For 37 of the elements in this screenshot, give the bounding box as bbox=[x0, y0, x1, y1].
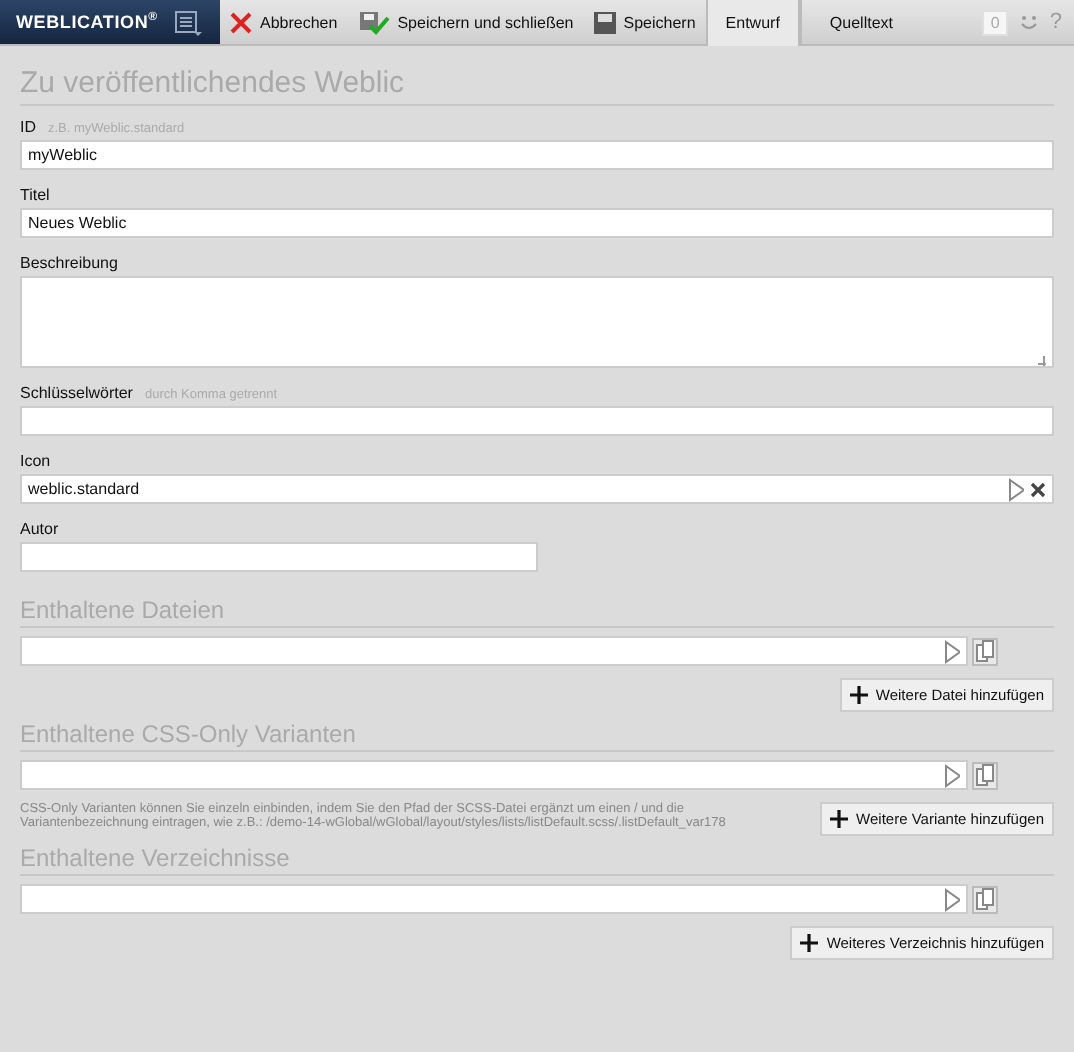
resize-grip-icon[interactable] bbox=[1036, 356, 1046, 366]
plus-icon bbox=[800, 934, 819, 952]
toolbar-button[interactable]: Speichern und schließen bbox=[347, 0, 584, 44]
close-icon[interactable] bbox=[1030, 481, 1046, 497]
field-label: Beschreibung bbox=[20, 254, 118, 272]
field-label: Schlüsselwörter bbox=[20, 384, 133, 402]
logo-text: WEBLICATION$^{®}$ bbox=[16, 12, 158, 32]
save-check-icon bbox=[357, 9, 390, 35]
plus-icon bbox=[849, 686, 868, 704]
cancel-icon bbox=[230, 11, 252, 33]
input-field[interactable] bbox=[20, 636, 968, 666]
save-icon bbox=[593, 11, 616, 33]
copy-icon[interactable] bbox=[972, 885, 998, 913]
copy-icon[interactable] bbox=[972, 761, 998, 789]
input-field[interactable] bbox=[20, 884, 968, 914]
field-label: Autor bbox=[20, 520, 59, 538]
input-field[interactable]: weblic.standard bbox=[20, 474, 1054, 504]
input-field[interactable]: Neues Weblic bbox=[20, 208, 1054, 238]
toolbar-button[interactable]: Speichern bbox=[583, 0, 706, 44]
field-label: Icon bbox=[20, 452, 51, 470]
input-field[interactable]: myWeblic bbox=[20, 140, 1054, 170]
pointer-icon[interactable] bbox=[944, 887, 960, 911]
toolbar-button[interactable]: Abbrechen bbox=[220, 0, 348, 44]
input-field[interactable] bbox=[20, 542, 538, 572]
pointer-icon[interactable] bbox=[944, 763, 960, 787]
plus-icon bbox=[830, 810, 849, 828]
input-field[interactable] bbox=[20, 760, 968, 790]
tab[interactable]: Entwurf bbox=[705, 0, 800, 46]
copy-icon[interactable] bbox=[972, 637, 998, 665]
tab[interactable]: Quelltext bbox=[799, 0, 921, 44]
field-label: Titel bbox=[20, 186, 50, 204]
pointer-icon[interactable] bbox=[944, 639, 960, 663]
document-menu-icon[interactable] bbox=[173, 9, 202, 35]
field-label: ID bbox=[20, 118, 36, 136]
counter-badge: 0 bbox=[982, 9, 1008, 35]
smiley-icon[interactable] bbox=[1019, 13, 1038, 31]
input-field[interactable] bbox=[20, 406, 1054, 436]
